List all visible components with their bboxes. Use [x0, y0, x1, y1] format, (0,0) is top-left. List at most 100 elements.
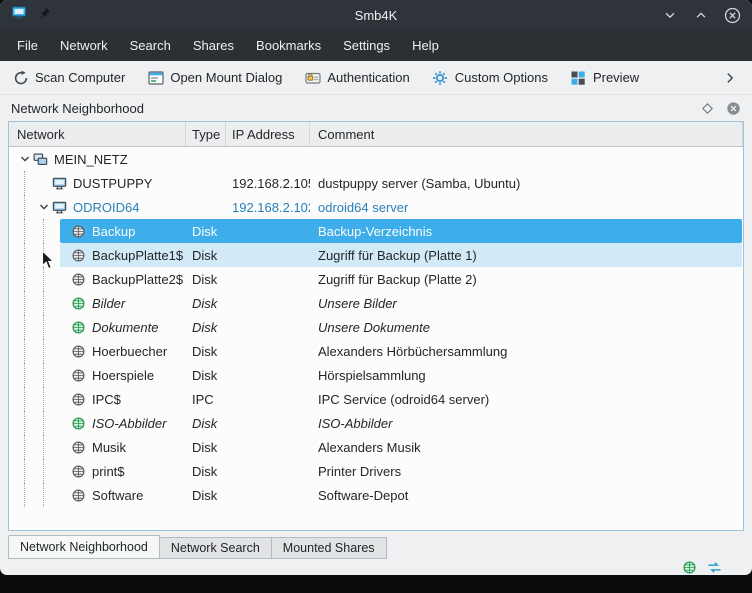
table-row[interactable]: HoerspieleDiskHörspielsammlung [9, 363, 743, 387]
expander-spacer [56, 416, 70, 430]
cell-ip [226, 387, 310, 411]
column-header-type[interactable]: Type [186, 122, 226, 146]
menu-item-settings[interactable]: Settings [332, 30, 401, 61]
cell-network: print$ [9, 459, 186, 483]
cell-type: Disk [186, 267, 226, 291]
authentication-icon [304, 69, 321, 86]
column-header-ip-address[interactable]: IP Address [226, 122, 310, 146]
menu-item-network[interactable]: Network [49, 30, 119, 61]
cell-network: Backup [9, 219, 186, 243]
table-row[interactable]: ISO-AbbilderDiskISO-Abbilder [9, 411, 743, 435]
table-row[interactable]: BackupPlatte1$DiskZugriff für Backup (Pl… [9, 243, 743, 267]
cell-ip [226, 411, 310, 435]
menu-item-file[interactable]: File [6, 30, 49, 61]
cell-network: Hoerspiele [9, 363, 186, 387]
dock-title: Network Neighborhood [11, 101, 144, 116]
table-row[interactable]: DUSTPUPPY192.168.2.105dustpuppy server (… [9, 171, 743, 195]
table-row[interactable]: BilderDisk Unsere Bilder [9, 291, 743, 315]
close-icon[interactable] [723, 6, 741, 24]
smb4k-window: Smb4K FileNetworkSearchSharesBookmarksSe… [0, 0, 752, 575]
table-row[interactable]: HoerbuecherDiskAlexanders Hörbüchersamml… [9, 339, 743, 363]
cell-comment: dustpuppy server (Samba, Ubuntu) [310, 171, 743, 195]
cell-comment: Unsere Dokumente [310, 315, 743, 339]
toolbar-label: Open Mount Dialog [170, 70, 282, 85]
chevron-right-icon[interactable] [720, 68, 740, 88]
share-name: Software [92, 488, 143, 503]
cell-ip [226, 435, 310, 459]
menu-item-shares[interactable]: Shares [182, 30, 245, 61]
column-header-comment[interactable]: Comment [310, 122, 743, 146]
toolbar-button-authentication[interactable]: Authentication [304, 69, 409, 86]
statusbar-icons [681, 559, 722, 575]
share-name: print$ [92, 464, 125, 479]
table-row[interactable]: DokumenteDiskUnsere Dokumente [9, 315, 743, 339]
menu-item-search[interactable]: Search [119, 30, 182, 61]
share-name: Hoerbuecher [92, 344, 167, 359]
share-name: Musik [92, 440, 126, 455]
cell-network: Bilder [9, 291, 186, 315]
table-row[interactable]: print$DiskPrinter Drivers [9, 459, 743, 483]
tab-network-search[interactable]: Network Search [160, 537, 272, 559]
tabbar: Network NeighborhoodNetwork SearchMounte… [0, 534, 752, 559]
menu-item-bookmarks[interactable]: Bookmarks [245, 30, 332, 61]
expander-spacer [56, 392, 70, 406]
toolbar-button-custom-options[interactable]: Custom Options [432, 69, 548, 86]
share-name: Hoerspiele [92, 368, 154, 383]
table-body: MEIN_NETZDUSTPUPPY192.168.2.105dustpuppy… [9, 147, 743, 530]
tab-mounted-shares[interactable]: Mounted Shares [272, 537, 387, 559]
cell-ip [226, 267, 310, 291]
cell-ip: 192.168.2.105 [226, 171, 310, 195]
column-header-network[interactable]: Network [9, 122, 186, 146]
toolbar-label: Preview [593, 70, 639, 85]
table-row[interactable]: SoftwareDiskSoftware-Depot [9, 483, 743, 507]
cell-ip [226, 483, 310, 507]
cell-type: Disk [186, 315, 226, 339]
expander-down-icon[interactable] [37, 200, 51, 214]
preview-icon [570, 69, 587, 86]
float-icon[interactable] [699, 100, 715, 116]
table-row[interactable]: IPC$IPCIPC Service (odroid64 server) [9, 387, 743, 411]
window-controls [661, 6, 741, 24]
expander-spacer [56, 488, 70, 502]
tab-network-neighborhood[interactable]: Network Neighborhood [8, 535, 160, 559]
toolbar-button-open-mount-dialog[interactable]: Open Mount Dialog [147, 69, 282, 86]
table-row[interactable]: BackupDiskBackup-Verzeichnis [9, 219, 743, 243]
expander-spacer [56, 320, 70, 334]
cell-network: ODROID64 [9, 195, 186, 219]
minimize-icon[interactable] [661, 6, 679, 24]
table-row[interactable]: MusikDiskAlexanders Musik [9, 435, 743, 459]
menu-item-help[interactable]: Help [401, 30, 450, 61]
cell-type: Disk [186, 219, 226, 243]
pin-icon[interactable] [38, 6, 52, 25]
cell-network: ISO-Abbilder [9, 411, 186, 435]
cell-ip [226, 219, 310, 243]
dock-close-icon[interactable] [725, 100, 741, 116]
server-icon [51, 175, 67, 191]
expander-spacer [56, 224, 70, 238]
cell-comment: Hörspielsammlung [310, 363, 743, 387]
table-row[interactable]: MEIN_NETZ [9, 147, 743, 171]
share-icon [70, 367, 86, 383]
table-row[interactable]: ODROID64192.168.2.102odroid64 server [9, 195, 743, 219]
cell-type [186, 171, 226, 195]
cell-comment: Unsere Bilder [310, 291, 743, 315]
share-name: BackupPlatte2$ [92, 272, 183, 287]
expander-spacer [56, 344, 70, 358]
cell-network: BackupPlatte2$ [9, 267, 186, 291]
share-name: ODROID64 [73, 200, 139, 215]
expander-spacer [56, 272, 70, 286]
table-row[interactable]: BackupPlatte2$DiskZugriff für Backup (Pl… [9, 267, 743, 291]
menubar: FileNetworkSearchSharesBookmarksSettings… [0, 30, 752, 61]
cell-comment: odroid64 server [310, 195, 743, 219]
cell-network: IPC$ [9, 387, 186, 411]
app-icon [11, 5, 27, 26]
scan-computer-icon [12, 69, 29, 86]
maximize-icon[interactable] [692, 6, 710, 24]
expander-down-icon[interactable] [18, 152, 32, 166]
cell-ip [226, 147, 310, 171]
toolbar-button-preview[interactable]: Preview [570, 69, 639, 86]
toolbar-button-scan-computer[interactable]: Scan Computer [12, 69, 125, 86]
cell-type: Disk [186, 243, 226, 267]
cell-type: Disk [186, 291, 226, 315]
share-name: Backup [92, 224, 135, 239]
